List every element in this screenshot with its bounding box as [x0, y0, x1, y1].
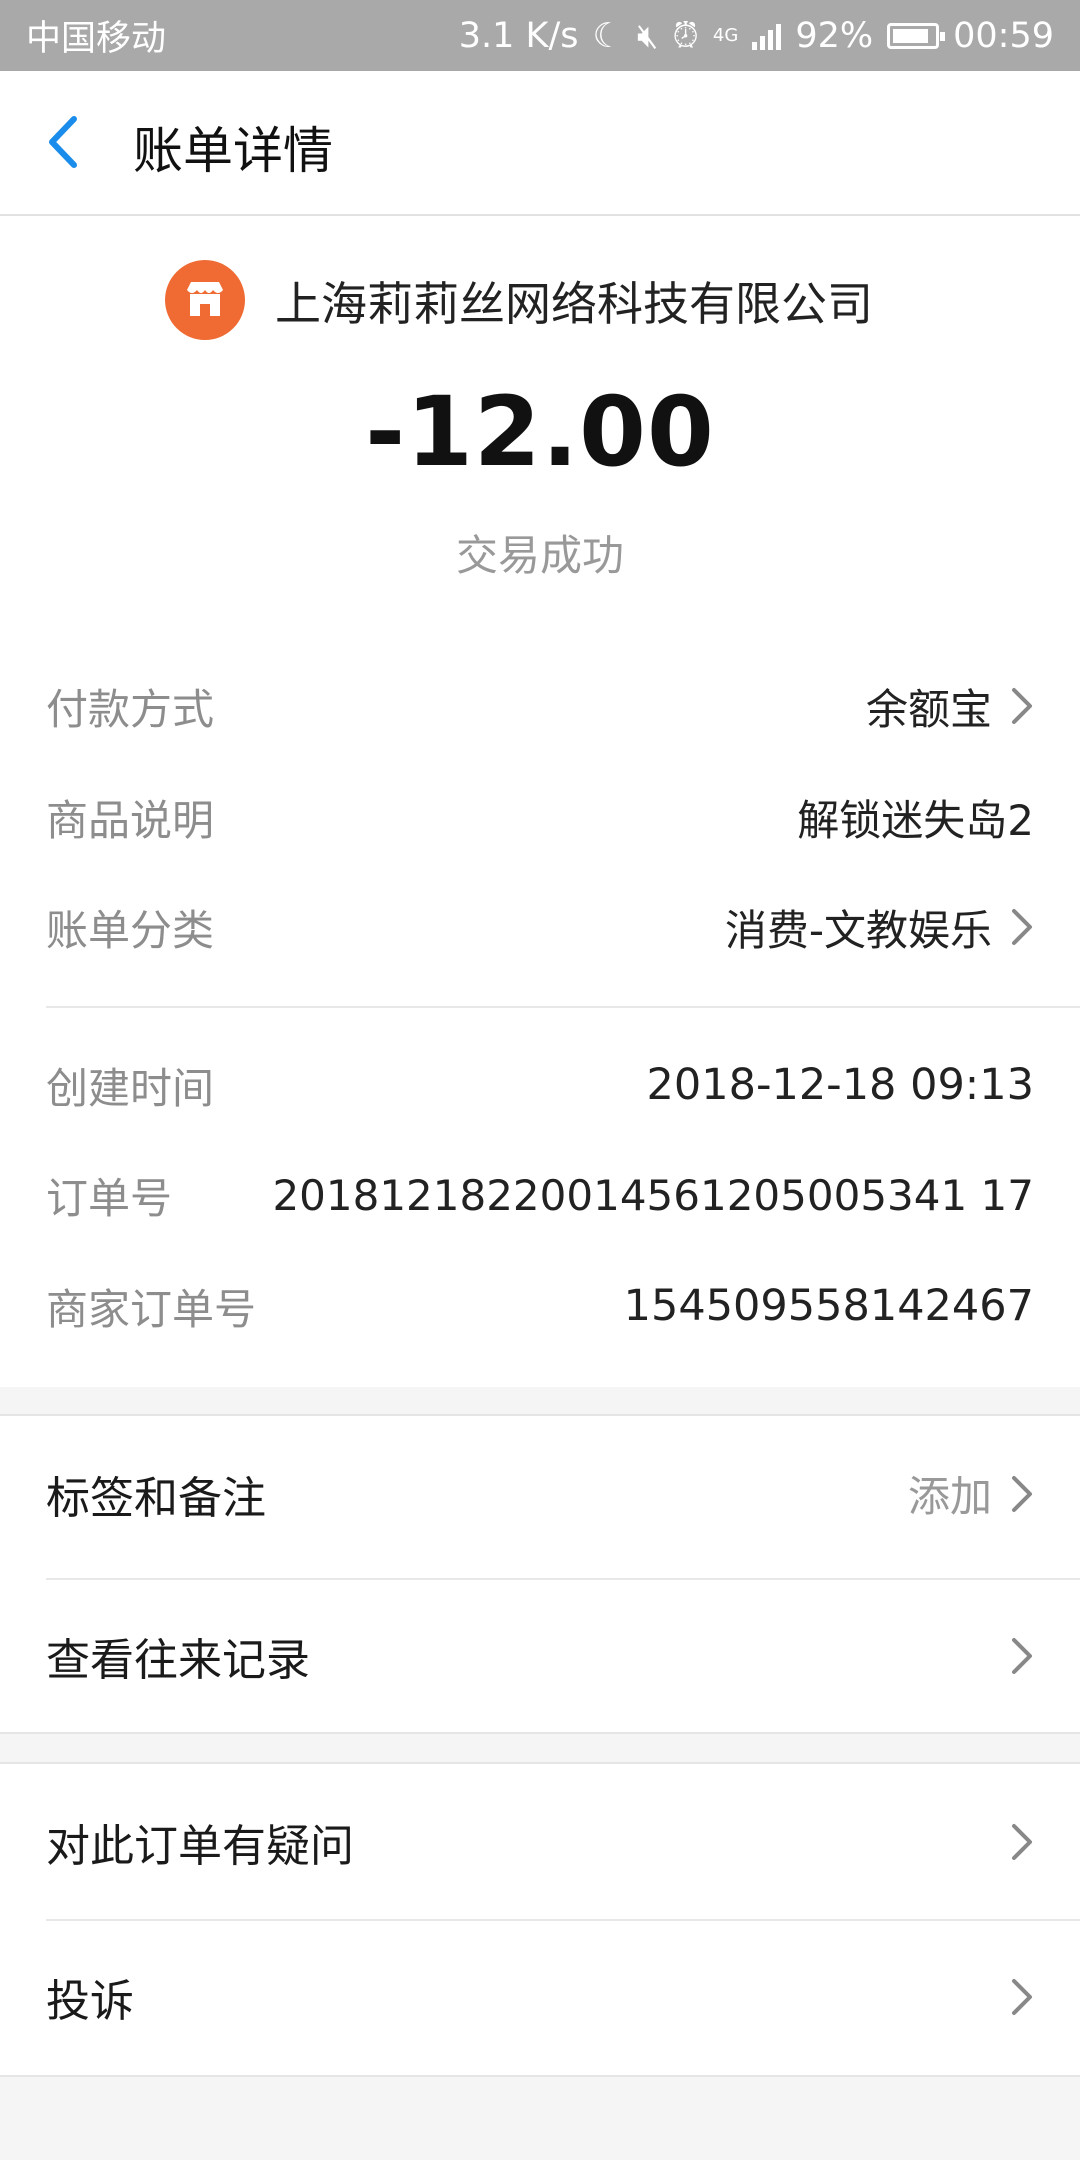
status-bar: 中国移动 3.1 K/s ☾ 🔇︎ ⏰︎ 4G 92% 00:59	[0, 0, 1080, 71]
row-label: 商品说明	[46, 795, 215, 845]
row-label: 商家订单号	[46, 1284, 257, 1334]
row-value: 解锁迷失岛2	[797, 795, 1034, 845]
status-indicators: 3.1 K/s ☾ 🔇︎ ⏰︎ 4G 92% 00:59	[459, 16, 1054, 56]
row-label: 账单分类	[46, 905, 215, 955]
back-arrow-icon	[49, 116, 77, 168]
divider	[46, 1006, 1080, 1008]
row-label: 订单号	[46, 1173, 173, 1223]
order-question-label: 对此订单有疑问	[46, 1820, 354, 1872]
row-value: 20181218220014561205005341 17	[272, 1170, 1034, 1220]
nav-bar: 账单详情	[0, 71, 1080, 216]
transaction-status: 交易成功	[455, 531, 624, 580]
battery-percent: 92%	[795, 15, 874, 56]
moon-icon: ☾	[592, 15, 623, 56]
view-history-row[interactable]: 查看往来记录	[46, 1578, 1034, 1733]
merchant-order-number-row: 商家订单号 154509558142467	[46, 1266, 1034, 1346]
transaction-amount: -12.00	[365, 376, 715, 488]
add-tag-link[interactable]: 添加	[908, 1463, 992, 1524]
chevron-right-icon	[1012, 1637, 1032, 1674]
bill-category-row[interactable]: 账单分类 消费-文教娱乐	[46, 887, 1034, 967]
row-value: 2018-12-18 09:13	[646, 1060, 1034, 1110]
row-value: 154509558142467	[623, 1281, 1034, 1331]
chevron-right-icon	[1012, 909, 1032, 945]
tags-history-card: 标签和备注 添加 查看往来记录	[0, 1414, 1080, 1734]
signal-icon	[752, 22, 782, 50]
mute-icon: 🔇︎	[636, 15, 659, 56]
tags-notes-row[interactable]: 标签和备注 添加	[46, 1416, 1034, 1571]
row-value: 余额宝	[865, 684, 992, 734]
payment-method-row[interactable]: 付款方式 余额宝	[46, 666, 1034, 746]
complaint-label: 投诉	[46, 1975, 134, 2027]
back-button[interactable]	[30, 107, 100, 177]
order-question-row[interactable]: 对此订单有疑问	[46, 1764, 1034, 1919]
help-card: 对此订单有疑问 投诉	[0, 1762, 1080, 2077]
created-time-row: 创建时间 2018-12-18 09:13	[46, 1045, 1034, 1125]
row-label: 付款方式	[46, 684, 215, 734]
alarm-icon: ⏰︎	[672, 15, 699, 56]
tags-notes-label: 标签和备注	[46, 1472, 266, 1524]
page-title: 账单详情	[133, 122, 333, 180]
row-label: 创建时间	[46, 1063, 215, 1113]
chevron-right-icon	[1012, 1823, 1032, 1860]
chevron-right-icon	[1012, 688, 1032, 724]
chevron-right-icon	[1012, 1475, 1032, 1512]
order-number-row: 订单号 20181218220014561205005341 17	[46, 1155, 1034, 1235]
view-history-label: 查看往来记录	[46, 1634, 310, 1686]
product-description-row: 商品说明 解锁迷失岛2	[46, 777, 1034, 857]
network-type: 4G	[712, 25, 739, 46]
row-value: 消费-文教娱乐	[724, 905, 992, 955]
chevron-right-icon	[1012, 1978, 1032, 2015]
bill-summary-card: 上海莉莉丝网络科技有限公司 -12.00 交易成功 付款方式 余额宝 商品说明 …	[0, 216, 1080, 1387]
network-speed: 3.1 K/s	[458, 15, 579, 56]
merchant-name: 上海莉莉丝网络科技有限公司	[275, 277, 873, 331]
store-icon	[165, 260, 245, 340]
battery-icon	[887, 22, 946, 49]
carrier-name: 中国移动	[26, 19, 167, 59]
complaint-row[interactable]: 投诉	[46, 1919, 1034, 2074]
clock: 00:59	[953, 15, 1054, 56]
